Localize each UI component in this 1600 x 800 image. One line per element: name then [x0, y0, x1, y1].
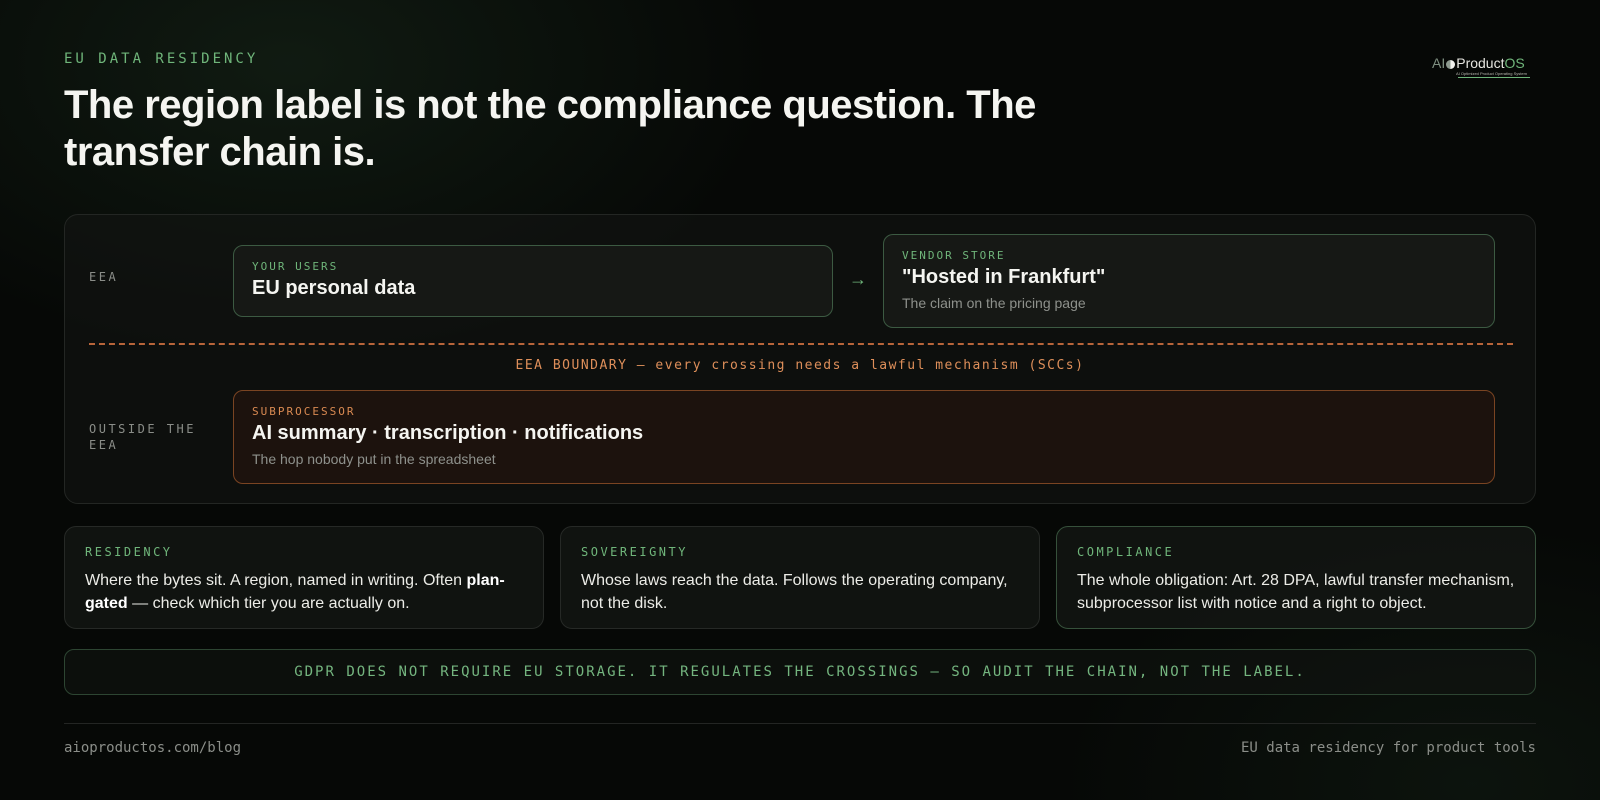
vendor-title: "Hosted in Frankfurt" [902, 266, 1106, 288]
page-title: The region label is not the compliance q… [64, 83, 1036, 174]
logo-ai: AI [1432, 55, 1446, 71]
vendor-box: VENDOR STORE "Hosted in Frankfurt" The c… [883, 234, 1495, 328]
zone-label-eea: EEA [89, 270, 119, 284]
logo-dot-icon [1446, 60, 1456, 69]
transfer-diagram: EEA YOUR USERS EU personal data → VENDOR… [64, 214, 1536, 504]
callout-banner: GDPR DOES NOT REQUIRE EU STORAGE. IT REG… [64, 649, 1536, 695]
users-kicker: YOUR USERS [252, 260, 339, 273]
card-kicker: COMPLIANCE [1077, 545, 1175, 559]
logo-os: OS [1504, 55, 1525, 71]
eea-boundary-line [89, 343, 1513, 345]
subprocessor-kicker: SUBPROCESSOR [252, 405, 356, 418]
card-body: Whose laws reach the data. Follows the o… [581, 572, 1008, 612]
card-residency: RESIDENCY Where the bytes sit. A region,… [64, 526, 544, 629]
logo-tagline: AI Optimized Product Operating System [1456, 71, 1527, 76]
card-text: — check which tier you are actually on. [127, 595, 410, 612]
logo-wordmark: AI ProductOS [1432, 56, 1532, 70]
subprocessor-title: AI summary · transcription · notificatio… [252, 422, 644, 444]
card-text: Where the bytes sit. A region, named in … [85, 572, 467, 589]
arrow-right-icon: → [849, 269, 867, 289]
boundary-label: EEA BOUNDARY — every crossing needs a la… [515, 358, 1085, 373]
footer-caption: EU data residency for product tools [1240, 740, 1536, 756]
card-kicker: RESIDENCY [85, 545, 173, 559]
users-box: YOUR USERS EU personal data [233, 245, 833, 317]
eyebrow: EU DATA RESIDENCY [64, 51, 259, 67]
card-sovereignty: SOVEREIGNTY Whose laws reach the data. F… [560, 526, 1040, 629]
subprocessor-sub: The hop nobody put in the spreadsheet [252, 451, 496, 467]
vendor-kicker: VENDOR STORE [902, 249, 1006, 262]
footer-divider [64, 723, 1536, 724]
subprocessor-box: SUBPROCESSOR AI summary · transcription … [233, 390, 1495, 484]
logo: AI ProductOS AI Optimized Product Operati… [1432, 56, 1532, 80]
card-kicker: SOVEREIGNTY [581, 545, 688, 559]
card-compliance: COMPLIANCE The whole obligation: Art. 28… [1056, 526, 1536, 629]
zone-label-outside: OUTSIDE THE EEA [89, 422, 196, 452]
users-title: EU personal data [252, 277, 416, 299]
footer-link[interactable]: aioproductos.com/blog [64, 740, 241, 756]
logo-underline [1458, 77, 1530, 78]
card-body: The whole obligation: Art. 28 DPA, lawfu… [1077, 572, 1515, 612]
logo-product: Product [1456, 55, 1505, 71]
card-body: Where the bytes sit. A region, named in … [85, 569, 523, 615]
vendor-sub: The claim on the pricing page [902, 295, 1086, 311]
